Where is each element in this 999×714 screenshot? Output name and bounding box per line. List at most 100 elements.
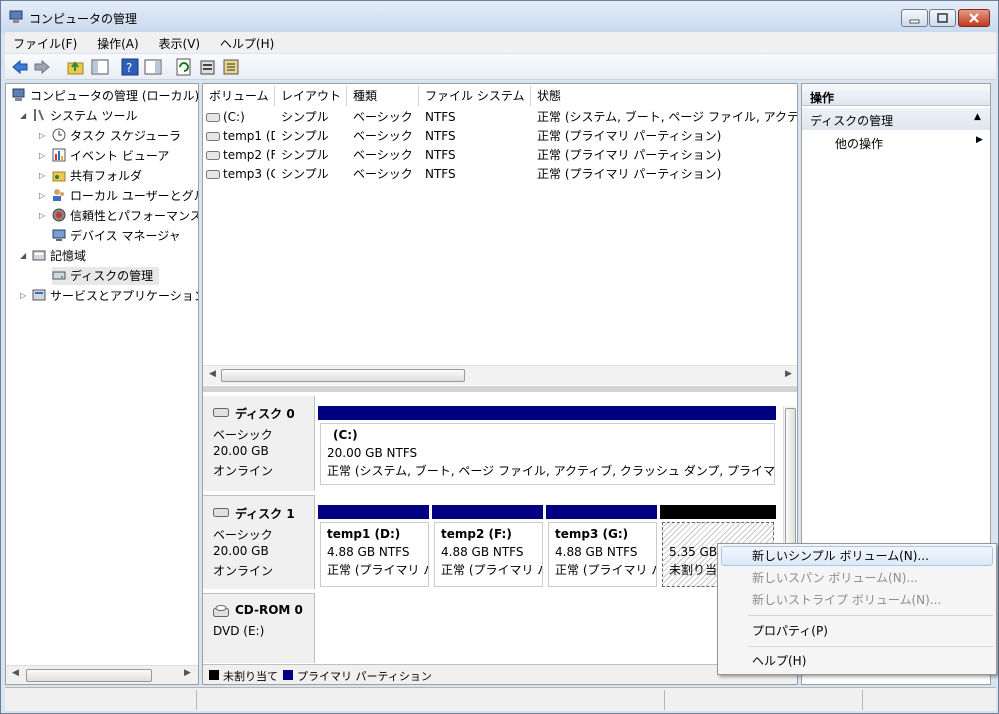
tree-item-label: ディスクの管理 [70,269,154,283]
scroll-left-icon[interactable]: ◀ [12,668,19,678]
tree-item-label: 共有フォルダ [70,169,143,183]
maximize-button[interactable] [929,9,956,27]
tree-root[interactable]: コンピュータの管理 (ローカル) [12,87,199,105]
tree-item-label: システム ツール [50,109,138,123]
volume-row[interactable]: (C:) シンプル ベーシック NTFS 正常 (システム, ブート, ページ … [203,108,797,127]
actions-section-disk-management[interactable]: ディスクの管理 ▲ [802,108,990,130]
volume-layout: シンプル [281,148,329,162]
tree-item-task-scheduler[interactable]: タスク スケジューラ [52,127,181,145]
disk-settings-icon[interactable] [222,58,240,76]
disk0-c-partition[interactable]: (C:) 20.00 GB NTFS 正常 (システム, ブート, ページ ファ… [320,423,775,485]
tree-item-system-tools[interactable]: システム ツール [32,107,137,125]
tree-item-device-manager[interactable]: デバイス マネージャ [52,227,181,245]
minimize-button[interactable] [901,9,928,27]
scroll-right-icon[interactable]: ▶ [785,369,792,379]
collapsed-arrow-icon[interactable]: ▷ [39,151,45,160]
context-new-spanned-volume[interactable]: 新しいスパン ボリューム(N)... [752,568,918,588]
tree-horizontal-scrollbar[interactable]: ◀ ▶ [6,665,198,684]
column-volume[interactable]: ボリューム [203,86,275,106]
scroll-thumb[interactable] [221,369,465,382]
show-hide-tree-icon[interactable] [91,58,109,76]
status-pane-1 [5,690,197,710]
temp2-partition-bar [432,505,543,519]
tree-item-label: サービスとアプリケーション [50,289,199,303]
collapsed-arrow-icon[interactable]: ▷ [39,131,45,140]
actions-more[interactable]: 他の操作 ▶ [802,132,990,152]
expanded-arrow-icon[interactable]: ◢ [20,251,26,260]
scroll-right-icon[interactable]: ▶ [184,668,191,678]
partition-status: 正常 (システム, ブート, ページ ファイル, アクティブ, クラッシュ ダン… [327,464,774,478]
menu-file[interactable]: ファイル(F) [5,32,85,52]
disk-icon [213,508,229,517]
collapsed-arrow-icon[interactable]: ▷ [39,191,45,200]
partition-size: 4.88 GB NTFS [555,545,638,559]
column-type[interactable]: 種類 [347,86,419,106]
volume-list-horizontal-scrollbar[interactable]: ◀ ▶ [203,365,797,385]
legend-primary-label: プライマリ パーティション [297,670,432,683]
menu-view[interactable]: 表示(V) [151,32,209,52]
context-new-striped-volume[interactable]: 新しいストライプ ボリューム(N)... [752,590,941,610]
temp2-partition[interactable]: temp2 (F:) 4.88 GB NTFS 正常 (プライマリ パーティショ… [434,522,543,587]
disk1-info[interactable]: ディスク 1 ベーシック 20.00 GB オンライン [203,495,315,589]
properties-icon[interactable] [199,58,217,76]
partition-status: 正常 (プライマリ パーティション) [555,563,656,577]
maximize-icon [937,13,948,23]
context-new-simple-volume[interactable]: 新しいシンプル ボリューム(N)... [752,546,929,566]
pane-splitter[interactable] [203,386,797,392]
up-folder-icon[interactable] [67,58,85,76]
collapsed-arrow-icon[interactable]: ▷ [39,211,45,220]
volume-fs: NTFS [425,129,456,143]
menu-action[interactable]: 操作(A) [89,32,147,52]
volume-status: 正常 (プライマリ パーティション) [537,167,722,181]
volume-type: ベーシック [353,167,413,181]
tree-item-services[interactable]: サービスとアプリケーション [32,287,199,305]
collapse-arrow-icon[interactable]: ▲ [974,112,981,122]
tree-item-local-users[interactable]: ローカル ユーザーとグループ [52,187,198,205]
temp1-partition[interactable]: temp1 (D:) 4.88 GB NTFS 正常 (プライマリ パーティショ… [320,522,429,587]
partition-name: temp1 (D:) [327,527,401,541]
disk-management-icon [52,271,66,280]
column-status[interactable]: 状態 [531,86,797,106]
collapsed-arrow-icon[interactable]: ▷ [39,171,45,180]
menu-help[interactable]: ヘルプ(H) [212,32,282,52]
volume-row[interactable]: temp2 (F:) シンプル ベーシック NTFS 正常 (プライマリ パーテ… [203,146,797,165]
disk1-size: 20.00 GB [213,544,269,558]
scroll-left-icon[interactable]: ◀ [209,369,216,379]
show-hide-action-pane-icon[interactable] [144,58,162,76]
scroll-thumb[interactable] [26,669,152,682]
drive-icon [206,151,220,160]
actions-more-label: 他の操作 [835,137,884,151]
volume-type: ベーシック [353,129,413,143]
submenu-arrow-icon: ▶ [976,135,983,145]
expanded-arrow-icon[interactable]: ◢ [20,111,26,120]
partition-name: (C:) [333,428,358,442]
tree-item-event-viewer[interactable]: イベント ビューア [52,147,169,165]
tree-item-reliability[interactable]: 信頼性とパフォーマンス [52,207,198,225]
close-button[interactable] [958,9,990,27]
volume-name: (C:) [223,110,245,124]
volume-fs: NTFS [425,148,456,162]
temp3-partition[interactable]: temp3 (G:) 4.88 GB NTFS 正常 (プライマリ パーティショ… [548,522,657,587]
collapsed-arrow-icon[interactable]: ▷ [20,291,26,300]
help-icon[interactable]: ? [121,58,139,76]
tree-item-storage[interactable]: 記憶域 [32,247,86,265]
forward-arrow-icon[interactable] [33,58,51,76]
disk0-info[interactable]: ディスク 0 ベーシック 20.00 GB オンライン [203,396,315,491]
back-arrow-icon[interactable] [11,58,29,76]
tree-item-shared-folders[interactable]: 共有フォルダ [52,167,142,185]
context-properties[interactable]: プロパティ(P) [752,621,828,641]
drive-icon [206,132,220,141]
tree-root-label: コンピュータの管理 (ローカル) [30,89,199,103]
partition-status: 正常 (プライマリ パーティション) [441,563,542,577]
cdrom-info[interactable]: CD-ROM 0 DVD (E:) [203,593,315,663]
tools-icon [34,109,44,121]
column-filesystem[interactable]: ファイル システム [419,86,531,106]
volume-row[interactable]: temp1 (D:) シンプル ベーシック NTFS 正常 (プライマリ パーテ… [203,127,797,146]
refresh-icon[interactable] [175,58,193,76]
tree-item-label: イベント ビューア [70,149,170,163]
context-menu-separator [748,615,993,616]
context-help[interactable]: ヘルプ(H) [752,651,806,671]
tree-item-disk-management[interactable]: ディスクの管理 [52,267,160,285]
column-layout[interactable]: レイアウト [275,86,347,106]
volume-row[interactable]: temp3 (G:) シンプル ベーシック NTFS 正常 (プライマリ パーテ… [203,165,797,184]
